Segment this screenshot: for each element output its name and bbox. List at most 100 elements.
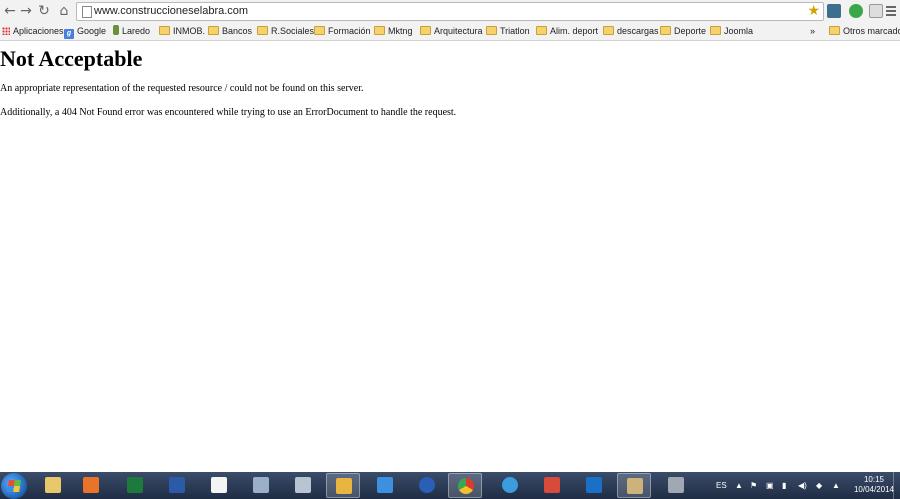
folder-icon bbox=[829, 26, 840, 35]
mail-icon bbox=[336, 478, 352, 494]
bookmark-label: Google bbox=[77, 26, 107, 36]
photo-viewer-icon bbox=[627, 478, 643, 494]
bookmark-label: Alim. deport bbox=[550, 26, 599, 36]
reload-icon[interactable]: ↻ bbox=[36, 3, 52, 19]
taskbar-player[interactable] bbox=[410, 473, 444, 498]
internet-explorer-icon bbox=[502, 477, 518, 493]
play-icon bbox=[419, 477, 435, 493]
folder-icon bbox=[486, 26, 497, 35]
windows-logo-icon bbox=[7, 480, 21, 492]
taskbar-calculator[interactable] bbox=[286, 473, 320, 498]
volume-icon[interactable]: ◀) bbox=[798, 472, 807, 499]
folder-icon bbox=[374, 26, 385, 35]
bookmark-star-icon[interactable]: ★ bbox=[807, 3, 820, 19]
taskbar-explorer[interactable] bbox=[36, 473, 70, 498]
teamviewer-icon bbox=[586, 477, 602, 493]
taskbar-apps[interactable] bbox=[535, 473, 569, 498]
taskbar-tools[interactable] bbox=[659, 473, 693, 498]
folder-icon bbox=[257, 26, 268, 35]
system-clock[interactable]: 10:15 10/04/2014 bbox=[850, 475, 898, 495]
bookmark-folder-deporte[interactable]: Deporte bbox=[660, 24, 706, 38]
bookmark-folder-mktng[interactable]: Mktng bbox=[374, 24, 413, 38]
bookmark-label: Triatlon bbox=[500, 26, 530, 36]
bookmark-label: Joomla bbox=[724, 26, 754, 36]
bookmark-folder-other[interactable]: Otros marcadores bbox=[829, 24, 900, 38]
bookmark-laredo[interactable]: Laredo bbox=[113, 24, 150, 38]
bookmark-label: Deporte bbox=[674, 26, 707, 36]
action-center-icon[interactable]: ⚑ bbox=[750, 472, 757, 499]
bookmark-label: Aplicaciones bbox=[13, 26, 64, 36]
tray-app-icon[interactable]: ▣ bbox=[766, 472, 774, 499]
taskbar-document[interactable] bbox=[202, 473, 236, 498]
laredo-icon bbox=[113, 25, 119, 35]
folder-icon bbox=[660, 26, 671, 35]
taskbar-word[interactable] bbox=[160, 473, 194, 498]
apps-grid-icon bbox=[544, 477, 560, 493]
taskbar-chrome[interactable] bbox=[448, 473, 482, 498]
bookmark-folder-rsociales[interactable]: R.Sociales bbox=[257, 24, 314, 38]
chrome-menu-icon[interactable] bbox=[886, 4, 896, 18]
folder-icon bbox=[536, 26, 547, 35]
bookmark-folder-bancos[interactable]: Bancos bbox=[208, 24, 252, 38]
word-icon bbox=[169, 477, 185, 493]
error-message: An appropriate representation of the req… bbox=[0, 83, 364, 94]
dropbox-tray-icon[interactable]: ◆ bbox=[816, 472, 822, 499]
extension-k-icon[interactable] bbox=[869, 4, 883, 18]
language-indicator[interactable]: ES bbox=[716, 472, 727, 499]
bookmark-folder-triatlon[interactable]: Triatlon bbox=[486, 24, 530, 38]
tray-expand-icon[interactable]: ▲ bbox=[735, 472, 743, 499]
bookmark-google[interactable]: g Google bbox=[64, 24, 107, 39]
bookmark-apps[interactable]: Aplicaciones bbox=[2, 24, 64, 38]
taskbar-media-player[interactable] bbox=[74, 473, 108, 498]
taskbar-teamviewer[interactable] bbox=[577, 473, 611, 498]
taskbar-dropbox[interactable] bbox=[368, 473, 402, 498]
signal-icon[interactable]: ▮ bbox=[782, 472, 786, 499]
chrome-icon bbox=[458, 478, 474, 494]
bookmark-folder-formacion[interactable]: Formación bbox=[314, 24, 371, 38]
folder-icon bbox=[420, 26, 431, 35]
folder-icon bbox=[314, 26, 325, 35]
start-button[interactable] bbox=[1, 473, 27, 499]
taskbar-mail[interactable] bbox=[326, 473, 360, 498]
network-icon bbox=[253, 477, 269, 493]
folder-icon bbox=[710, 26, 721, 35]
folder-icon bbox=[208, 26, 219, 35]
bookmark-folder-joomla[interactable]: Joomla bbox=[710, 24, 753, 38]
excel-icon bbox=[127, 477, 143, 493]
bookmarks-overflow-button[interactable]: » bbox=[810, 24, 815, 38]
bookmark-label: Formación bbox=[328, 26, 371, 36]
clock-time: 10:15 bbox=[863, 475, 885, 484]
bookmarks-bar: Aplicaciones g Google Laredo INMOB. Banco… bbox=[0, 22, 900, 41]
page-title: Not Acceptable bbox=[0, 46, 143, 71]
url-text[interactable]: www.construccioneselabra.com bbox=[94, 4, 248, 18]
taskbar-ie[interactable] bbox=[493, 473, 527, 498]
home-icon[interactable]: ⌂ bbox=[56, 3, 72, 19]
calculator-icon bbox=[295, 477, 311, 493]
back-arrow-icon[interactable]: ← bbox=[2, 3, 18, 19]
taskbar-photos[interactable] bbox=[617, 473, 651, 498]
bookmark-folder-arquitectura[interactable]: Arquitectura bbox=[420, 24, 483, 38]
bookmark-label: descargas bbox=[617, 26, 659, 36]
clock-date: 10/04/2014 bbox=[853, 485, 895, 494]
extension-avatar-icon[interactable] bbox=[827, 4, 841, 18]
forward-arrow-icon[interactable]: → bbox=[18, 3, 34, 19]
page-icon bbox=[82, 6, 92, 18]
show-desktop-button[interactable] bbox=[893, 472, 900, 499]
taskbar-excel[interactable] bbox=[118, 473, 152, 498]
tools-icon bbox=[668, 477, 684, 493]
bookmark-label: INMOB. bbox=[173, 26, 206, 36]
drive-tray-icon[interactable]: ▲ bbox=[832, 472, 840, 499]
media-player-icon bbox=[83, 477, 99, 493]
dropbox-icon bbox=[377, 477, 393, 493]
document-icon bbox=[211, 477, 227, 493]
error-detail: Additionally, a 404 Not Found error was … bbox=[0, 107, 457, 118]
address-bar[interactable]: www.construccioneselabra.com ★ bbox=[76, 2, 824, 21]
bookmark-folder-descargas[interactable]: descargas bbox=[603, 24, 659, 38]
bookmark-folder-inmob[interactable]: INMOB. bbox=[159, 24, 205, 38]
taskbar: ES ▲ ⚑ ▣ ▮ ◀) ◆ ▲ 10:15 10/04/2014 bbox=[0, 472, 900, 499]
extension-green-icon[interactable] bbox=[849, 4, 863, 18]
taskbar-network[interactable] bbox=[244, 473, 278, 498]
bookmark-folder-alim-deport[interactable]: Alim. deport bbox=[536, 24, 598, 38]
bookmark-label: Bancos bbox=[222, 26, 253, 36]
bookmark-label: Otros marcadores bbox=[843, 26, 900, 36]
